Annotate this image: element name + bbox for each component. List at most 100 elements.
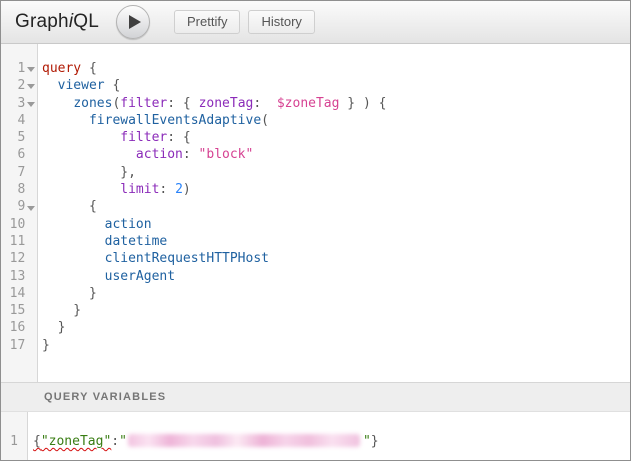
app-title: GraphiQL <box>15 11 99 33</box>
code-token: userAgent <box>105 269 175 284</box>
gutter-row: 3 <box>1 95 37 112</box>
variables-editor[interactable]: 1 {"zoneTag":""} <box>1 412 630 460</box>
editor-code[interactable]: query { viewer { zones (filter: { zoneTag… <box>38 44 630 382</box>
gutter-row: 1 <box>1 60 37 77</box>
code-token <box>42 182 120 197</box>
code-token: ) <box>183 182 191 197</box>
fold-spacer <box>25 285 37 302</box>
code-token: : <box>183 147 199 162</box>
gutter-row: 4 <box>1 112 37 129</box>
code-token: ( <box>261 113 269 128</box>
code-line: } <box>42 285 630 302</box>
code-token: "zoneTag" <box>41 434 111 449</box>
fold-toggle[interactable] <box>25 95 37 112</box>
code-token <box>42 269 105 284</box>
code-line: action <box>42 216 630 233</box>
variables-code[interactable]: {"zoneTag":""} <box>28 412 630 460</box>
code-token: } <box>42 303 81 318</box>
fold-spacer <box>25 233 37 250</box>
variables-title: QUERY VARIABLES <box>44 391 166 403</box>
line-number: 9 <box>1 198 25 215</box>
gutter-row: 8 <box>1 181 37 198</box>
title-graph: Graph <box>15 11 69 32</box>
code-line: action: "block" <box>42 146 630 163</box>
code-token: datetime <box>105 234 168 249</box>
redacted-value <box>128 434 360 447</box>
fold-arrow-icon <box>27 67 35 72</box>
line-number: 7 <box>1 164 25 181</box>
code-line: }, <box>42 164 630 181</box>
execute-button[interactable] <box>116 5 150 39</box>
fold-toggle[interactable] <box>25 198 37 215</box>
history-button[interactable]: History <box>248 10 314 34</box>
line-number: 4 <box>1 112 25 129</box>
gutter-row: 17 <box>1 337 37 354</box>
code-line: viewer { <box>42 77 630 94</box>
gutter-row: 7 <box>1 164 37 181</box>
line-number: 11 <box>1 233 25 250</box>
gutter-row: 2 <box>1 77 37 94</box>
gutter-row: 13 <box>1 268 37 285</box>
fold-spacer <box>25 319 37 336</box>
variables-line-number: 1 <box>1 433 18 450</box>
line-number: 3 <box>1 95 25 112</box>
fold-arrow-icon <box>27 206 35 211</box>
code-token <box>42 130 120 145</box>
line-number: 17 <box>1 337 25 354</box>
gutter-row: 9 <box>1 198 37 215</box>
editor-gutter: 1234567891011121314151617 <box>1 44 38 382</box>
query-editor[interactable]: 1234567891011121314151617 query { viewer… <box>1 44 630 382</box>
code-token: : <box>253 96 276 111</box>
code-line: datetime <box>42 233 630 250</box>
fold-toggle[interactable] <box>25 60 37 77</box>
code-line: limit: 2) <box>42 181 630 198</box>
code-token: : { <box>167 96 198 111</box>
code-token <box>42 78 58 93</box>
gutter-row: 16 <box>1 319 37 336</box>
code-line: firewallEventsAdaptive( <box>42 112 630 129</box>
code-token: : <box>159 182 175 197</box>
code-token: zones <box>73 96 112 111</box>
line-number: 10 <box>1 216 25 233</box>
code-token <box>42 96 73 111</box>
code-token <box>42 217 105 232</box>
variables-line: {"zoneTag":""} <box>33 433 630 450</box>
line-number: 2 <box>1 77 25 94</box>
code-token: query <box>42 61 81 76</box>
fold-spacer <box>25 302 37 319</box>
line-number: 12 <box>1 250 25 267</box>
code-token: } <box>42 286 97 301</box>
graphiql-app: GraphiQL Prettify History 12345678910111… <box>0 0 631 461</box>
code-token: zoneTag <box>199 96 254 111</box>
code-token: { <box>33 434 41 449</box>
prettify-button[interactable]: Prettify <box>174 10 240 34</box>
line-number: 1 <box>1 60 25 77</box>
code-token: " <box>363 434 371 449</box>
code-token: 2 <box>175 182 183 197</box>
fold-spacer <box>25 250 37 267</box>
code-line: userAgent <box>42 268 630 285</box>
fold-arrow-icon <box>27 84 35 89</box>
fold-spacer <box>25 112 37 129</box>
fold-spacer <box>25 146 37 163</box>
gutter-row: 5 <box>1 129 37 146</box>
code-token: limit <box>120 182 159 197</box>
line-number: 5 <box>1 129 25 146</box>
code-token: : { <box>167 130 190 145</box>
toolbar: GraphiQL Prettify History <box>1 1 630 44</box>
gutter-row: 6 <box>1 146 37 163</box>
variables-title-bar[interactable]: QUERY VARIABLES <box>1 382 630 412</box>
code-token: action <box>105 217 152 232</box>
fold-spacer <box>25 268 37 285</box>
line-number: 16 <box>1 319 25 336</box>
code-token: : <box>111 434 119 449</box>
fold-toggle[interactable] <box>25 77 37 94</box>
code-line: filter: { <box>42 129 630 146</box>
code-token: } <box>42 338 50 353</box>
code-token: { <box>105 78 121 93</box>
gutter-row: 11 <box>1 233 37 250</box>
line-number: 6 <box>1 146 25 163</box>
code-token: " <box>119 434 127 449</box>
line-number: 15 <box>1 302 25 319</box>
code-token: { <box>81 61 97 76</box>
